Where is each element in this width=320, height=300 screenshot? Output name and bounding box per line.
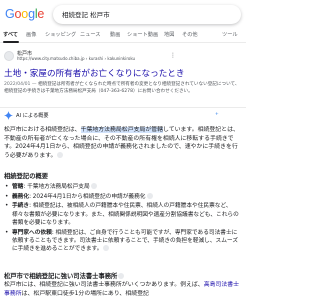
ai-overview-title: AI による概要	[16, 113, 49, 119]
logo-letter: e	[37, 7, 45, 21]
source-link-icon[interactable]	[57, 151, 64, 158]
more-options-icon[interactable]: ⋮	[170, 53, 176, 59]
tab-tools[interactable]: ツール	[222, 31, 238, 38]
search-box[interactable]: 相続登記 松戸市	[53, 5, 241, 24]
tab-short-videos[interactable]: ショート動画	[127, 31, 158, 38]
ai-overview-header: AI による概要 +	[0, 109, 246, 124]
ai-overview-intro: 松戸市における相続登記は、千葉地方法務局松戸支局が管轄しています。相続登記とは、…	[4, 126, 242, 160]
tab-news[interactable]: ニュース	[80, 31, 101, 38]
source-link-icon[interactable]	[103, 245, 110, 252]
source-link-icon[interactable]	[118, 273, 125, 279]
list-item: 義務化: 2024年4月1日から相続登記の申請が義務化	[4, 192, 242, 201]
bullet-label: 専門家への依頼	[12, 229, 52, 236]
list-item: 専門家への依頼: 相続登記は、ご自身で行うことも可能ですが、専門家である司法書士…	[4, 229, 242, 254]
active-tab-indicator	[3, 41, 19, 43]
divider	[0, 107, 246, 108]
result-date: 2022/04/01 —	[4, 82, 37, 87]
ai-intro-highlight: 千葉地方法務局松戸支局が管轄	[80, 127, 164, 133]
ai-intro-text: 松戸市における相続登記は、	[4, 127, 81, 133]
bullet-text: : 相続登記は、被相続人の戸籍謄本や住民票、相続人の戸籍謄本や住民票など、様々な…	[12, 203, 239, 226]
google-logo[interactable]: Google	[5, 7, 44, 21]
summary-list: 管轄: 千葉地方法務局松戸支局 義務化: 2024年4月1日から相続登記の申請が…	[4, 183, 242, 255]
office-paragraph: 松戸市には、相続登記に強い司法書士事務所がいくつかあります。例えば、高島司法書士…	[4, 281, 242, 298]
summary-heading: 相続登記の概要	[4, 173, 49, 180]
tab-maps[interactable]: 地図	[164, 31, 174, 38]
ai-sparkle-icon	[4, 111, 13, 120]
tab-all[interactable]: すべて	[3, 31, 18, 38]
bullet-text: : 2024年4月1日から相続登記の申請が義務化	[29, 193, 146, 200]
tab-shopping[interactable]: ショッピング	[45, 31, 76, 38]
source-link-icon[interactable]	[90, 183, 97, 189]
result-snippet-text: 相続登記は所有者が亡くなられた時点で所有者の変更となり相続登記されていない登記に…	[4, 82, 240, 95]
bullet-label: 義務化	[12, 193, 30, 200]
tab-images[interactable]: 画像	[26, 31, 36, 38]
bullet-text: : 千葉地方法務局松戸支局	[23, 184, 90, 190]
source-link-icon[interactable]	[146, 192, 153, 199]
office-heading: 松戸市で相続登記に強い司法書士事務所	[4, 271, 125, 280]
bullet-label: 管轄	[12, 184, 24, 190]
list-item: 手続き: 相続登記は、被相続人の戸籍謄本や住民票、相続人の戸籍謄本や住民票など、…	[4, 202, 242, 227]
list-item: 管轄: 千葉地方法務局松戸支局	[4, 183, 242, 192]
logo-letter: G	[5, 7, 15, 21]
search-tabs: すべて 画像 ショッピング ニュース 動画 ショート動画 地図 その他 ツール	[0, 29, 246, 43]
logo-letter: o	[14, 7, 22, 21]
office-text: 松戸市には、相続登記に強い司法書士事務所がいくつかあります。例えば、	[4, 282, 204, 288]
logo-letter: o	[21, 7, 29, 21]
result-url[interactable]: https://www.city.matsudo.chiba.jp › kura…	[17, 56, 135, 61]
result-title-link[interactable]: 土地・家屋の所有者がお亡くなりになったとき	[4, 67, 184, 79]
office-text: は、松戸駅東口徒歩1分の場所にあり、相続登記	[21, 290, 149, 297]
ai-more-link[interactable]: +	[215, 112, 219, 117]
result-snippet: 2022/04/01 — 相続登記は所有者が亡くなられた時点で所有者の変更となり…	[4, 81, 242, 96]
tab-more[interactable]: その他	[182, 31, 198, 38]
bullet-label: 手続き	[12, 203, 30, 210]
site-favicon	[4, 51, 14, 61]
header: Google 相続登記 松戸市	[0, 0, 246, 28]
search-input[interactable]: 相続登記 松戸市	[62, 9, 110, 19]
tab-videos[interactable]: 動画	[110, 31, 120, 38]
logo-letter: g	[28, 7, 35, 21]
office-heading-text: 松戸市で相続登記に強い司法書士事務所	[4, 273, 118, 280]
